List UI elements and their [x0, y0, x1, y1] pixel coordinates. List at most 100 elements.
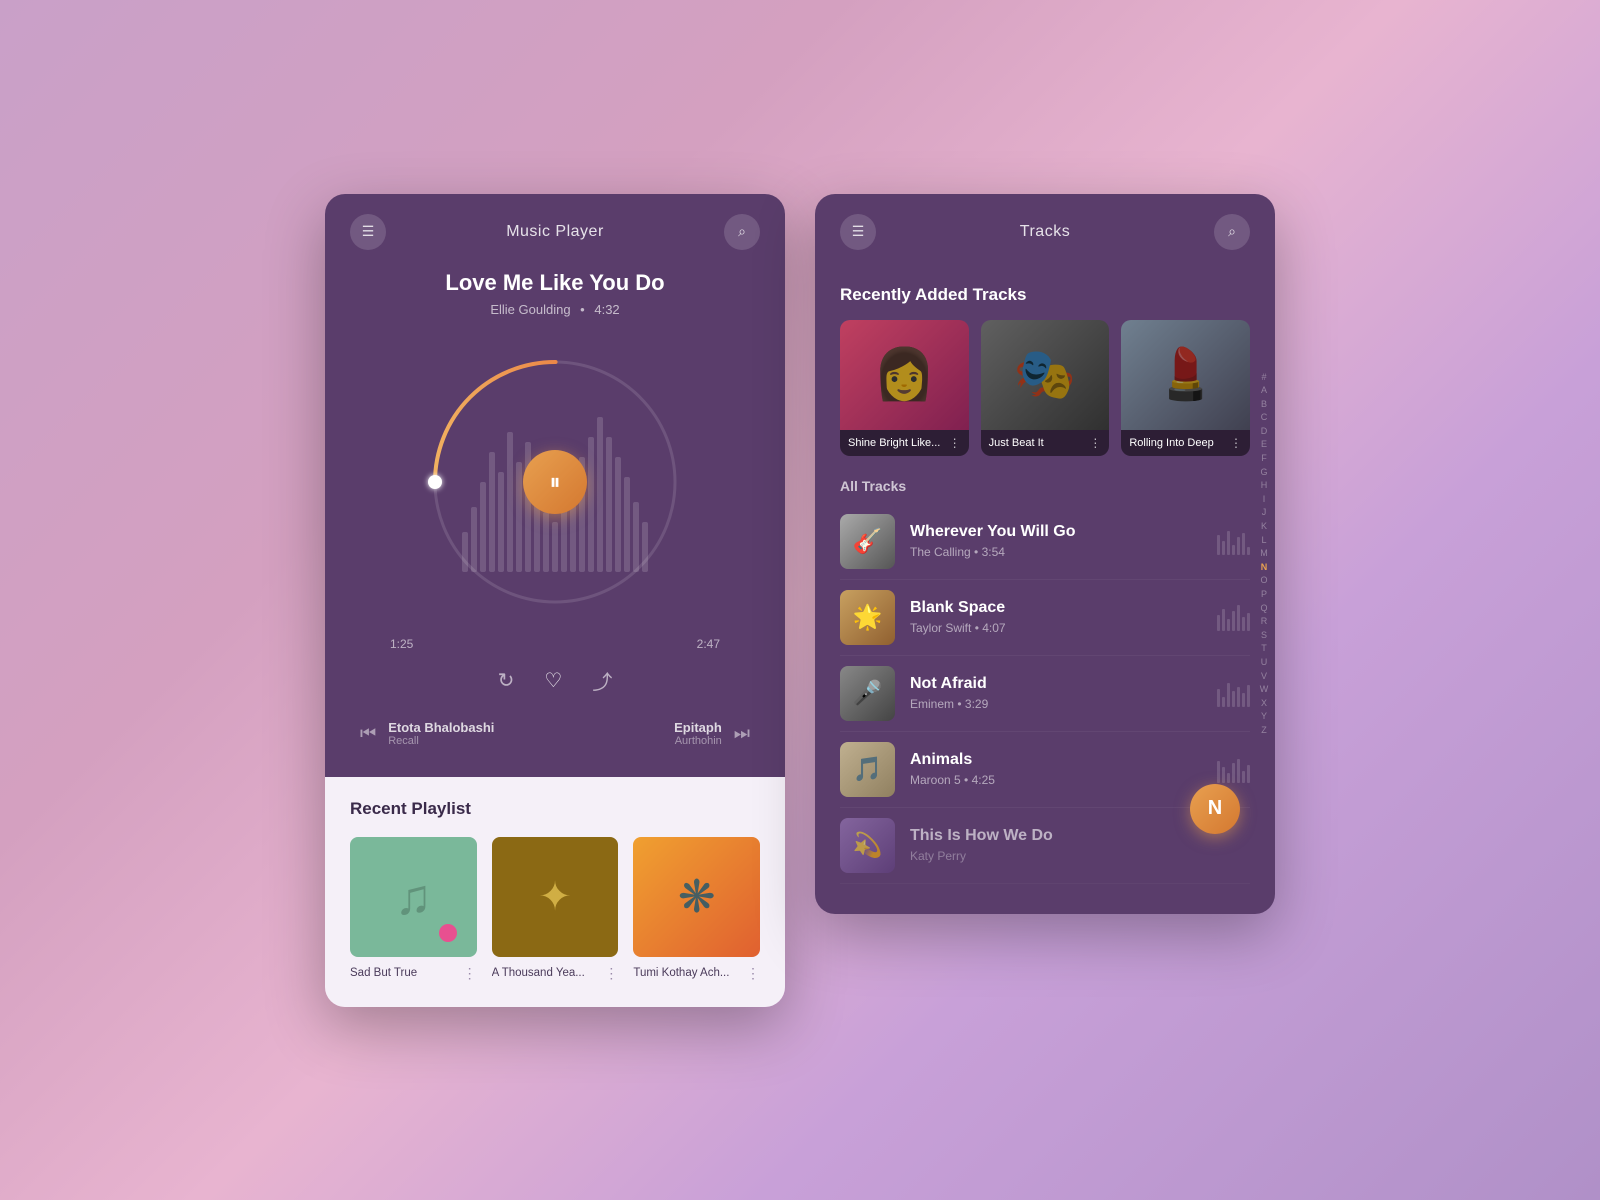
alpha-letter-j[interactable]: J — [1257, 506, 1271, 519]
play-pause-button[interactable]: ⏸ — [523, 450, 587, 514]
tracks-search-button[interactable]: ⌕ — [1214, 214, 1250, 250]
track-artist-1: The Calling • 3:54 — [910, 545, 1202, 559]
alpha-letter-f[interactable]: F — [1257, 452, 1271, 465]
alpha-letter-t[interactable]: T — [1257, 642, 1271, 655]
playlist-dots-3[interactable]: ⋮ — [746, 965, 760, 982]
album-dots-3[interactable]: ⋮ — [1230, 436, 1242, 450]
track-row-4[interactable]: 🎵 Animals Maroon 5 • 4:25 — [840, 732, 1250, 808]
track-title-2: Blank Space — [910, 599, 1202, 617]
tracks-menu-button[interactable]: ☰ — [840, 214, 876, 250]
n-circle-button[interactable]: N — [1190, 784, 1240, 834]
album-cards: 👩 Shine Bright Like... ⋮ 🎭 Just Beat It … — [840, 320, 1250, 456]
current-track-info: Love Me Like You Do Ellie Goulding • 4:3… — [350, 270, 760, 317]
track-title-3: Not Afraid — [910, 675, 1202, 693]
alpha-letter-q[interactable]: Q — [1257, 602, 1271, 615]
playlist-item-footer-3: Tumi Kothay Ach... ⋮ — [633, 965, 760, 982]
next-button[interactable]: ⏭ — [734, 723, 750, 744]
tracks-search-icon: ⌕ — [1228, 223, 1236, 240]
track-artist-4: Maroon 5 • 4:25 — [910, 773, 1202, 787]
alpha-letter-n[interactable]: N — [1257, 561, 1271, 574]
playlist-dots-2[interactable]: ⋮ — [604, 965, 618, 982]
alpha-letter-c[interactable]: C — [1257, 411, 1271, 424]
track-details-2: Blank Space Taylor Swift • 4:07 — [910, 599, 1202, 635]
tracks-header: ☰ Tracks ⌕ — [815, 194, 1275, 285]
alpha-letter-a[interactable]: A — [1257, 384, 1271, 397]
share-button[interactable]: ⤴ — [592, 666, 612, 695]
eq-mini-3 — [1217, 679, 1250, 707]
alpha-letter-#[interactable]: # — [1257, 370, 1271, 383]
prev-track: ⏮ Etota Bhalobashi Recall — [360, 720, 494, 747]
end-time: 2:47 — [697, 637, 720, 651]
tracks-menu-icon: ☰ — [852, 223, 865, 240]
next-track-artist: Aurthohin — [674, 735, 722, 747]
alpha-letter-k[interactable]: K — [1257, 520, 1271, 533]
alpha-letter-d[interactable]: D — [1257, 425, 1271, 438]
playlist-item-3[interactable]: Tumi Kothay Ach... ⋮ — [633, 837, 760, 982]
alpha-letter-w[interactable]: W — [1257, 683, 1271, 696]
alpha-letter-r[interactable]: R — [1257, 615, 1271, 628]
search-icon: ⌕ — [738, 223, 746, 240]
track-meta: Ellie Goulding • 4:32 — [350, 302, 760, 317]
alpha-letter-p[interactable]: P — [1257, 588, 1271, 601]
recent-playlist-label: Recent Playlist — [350, 799, 760, 819]
track-duration: 4:32 — [594, 302, 619, 317]
playlist-name-3: Tumi Kothay Ach... — [633, 967, 746, 979]
prev-track-artist: Recall — [388, 735, 494, 747]
favorite-button[interactable]: ♡ — [544, 666, 562, 695]
track-artist-3: Eminem • 3:29 — [910, 697, 1202, 711]
playlist-name-2: A Thousand Yea... — [492, 967, 605, 979]
menu-icon: ☰ — [362, 223, 375, 240]
alpha-letter-x[interactable]: X — [1257, 697, 1271, 710]
track-artist: Ellie Goulding — [490, 302, 570, 317]
alpha-letter-l[interactable]: L — [1257, 534, 1271, 547]
progress-dot[interactable] — [428, 475, 442, 489]
player-title: Music Player — [506, 223, 604, 241]
track-row-3[interactable]: 🎤 Not Afraid Eminem • 3:29 — [840, 656, 1250, 732]
album-card-cher[interactable]: 💄 Rolling Into Deep ⋮ — [1121, 320, 1250, 456]
alpha-letter-o[interactable]: O — [1257, 574, 1271, 587]
album-card-label-3: Rolling Into Deep ⋮ — [1121, 430, 1250, 456]
app-container: ☰ Music Player ⌕ Love Me Like You Do Ell… — [325, 194, 1275, 1007]
playlist-grid: Sad But True ⋮ A Thousand Yea... ⋮ Tumi … — [350, 837, 760, 982]
album-card-rihanna[interactable]: 👩 Shine Bright Like... ⋮ — [840, 320, 969, 456]
alpha-letter-e[interactable]: E — [1257, 438, 1271, 451]
alpha-letter-s[interactable]: S — [1257, 629, 1271, 642]
player-menu-button[interactable]: ☰ — [350, 214, 386, 250]
player-controls: ↻ ♡ ⤴ — [350, 666, 760, 695]
playlist-item-2[interactable]: A Thousand Yea... ⋮ — [492, 837, 619, 982]
alpha-letter-z[interactable]: Z — [1257, 724, 1271, 737]
prev-button[interactable]: ⏮ — [360, 723, 376, 744]
alpha-letter-u[interactable]: U — [1257, 656, 1271, 669]
album-card-michael[interactable]: 🎭 Just Beat It ⋮ — [981, 320, 1110, 456]
player-search-button[interactable]: ⌕ — [724, 214, 760, 250]
next-track-info: Epitaph Aurthohin — [674, 720, 722, 747]
alpha-letter-v[interactable]: V — [1257, 670, 1271, 683]
track-row-5[interactable]: 💫 This Is How We Do Katy Perry — [840, 808, 1250, 884]
alpha-letter-i[interactable]: I — [1257, 493, 1271, 506]
eq-mini-1 — [1217, 527, 1250, 555]
alpha-letter-h[interactable]: H — [1257, 479, 1271, 492]
eq-mini-4 — [1217, 755, 1250, 783]
playlist-item-1[interactable]: Sad But True ⋮ — [350, 837, 477, 982]
current-time: 1:25 — [390, 637, 413, 651]
album-dots-2[interactable]: ⋮ — [1089, 436, 1101, 450]
album-dots-1[interactable]: ⋮ — [949, 436, 961, 450]
tracks-panel: ☰ Tracks ⌕ Recently Added Tracks 👩 Shine… — [815, 194, 1275, 914]
prev-track-name: Etota Bhalobashi — [388, 720, 494, 735]
alpha-letter-b[interactable]: B — [1257, 398, 1271, 411]
repeat-button[interactable]: ↻ — [498, 666, 515, 695]
track-thumb-2: 🌟 — [840, 590, 895, 645]
alpha-letter-m[interactable]: M — [1257, 547, 1271, 560]
album-name-1: Shine Bright Like... — [848, 437, 940, 449]
share-icon: ⤴ — [592, 672, 612, 694]
track-row-1[interactable]: 🎸 Wherever You Will Go The Calling • 3:5… — [840, 504, 1250, 580]
alpha-letter-y[interactable]: Y — [1257, 710, 1271, 723]
track-row-2[interactable]: 🌟 Blank Space Taylor Swift • 4:07 — [840, 580, 1250, 656]
playlist-dots-1[interactable]: ⋮ — [463, 965, 477, 982]
track-list: 🎸 Wherever You Will Go The Calling • 3:5… — [840, 504, 1250, 884]
player-panel: ☰ Music Player ⌕ Love Me Like You Do Ell… — [325, 194, 785, 1007]
track-details-3: Not Afraid Eminem • 3:29 — [910, 675, 1202, 711]
alpha-letter-g[interactable]: G — [1257, 466, 1271, 479]
tracks-title: Tracks — [1020, 223, 1070, 241]
tracks-panel-header: ☰ Tracks ⌕ — [840, 214, 1250, 250]
